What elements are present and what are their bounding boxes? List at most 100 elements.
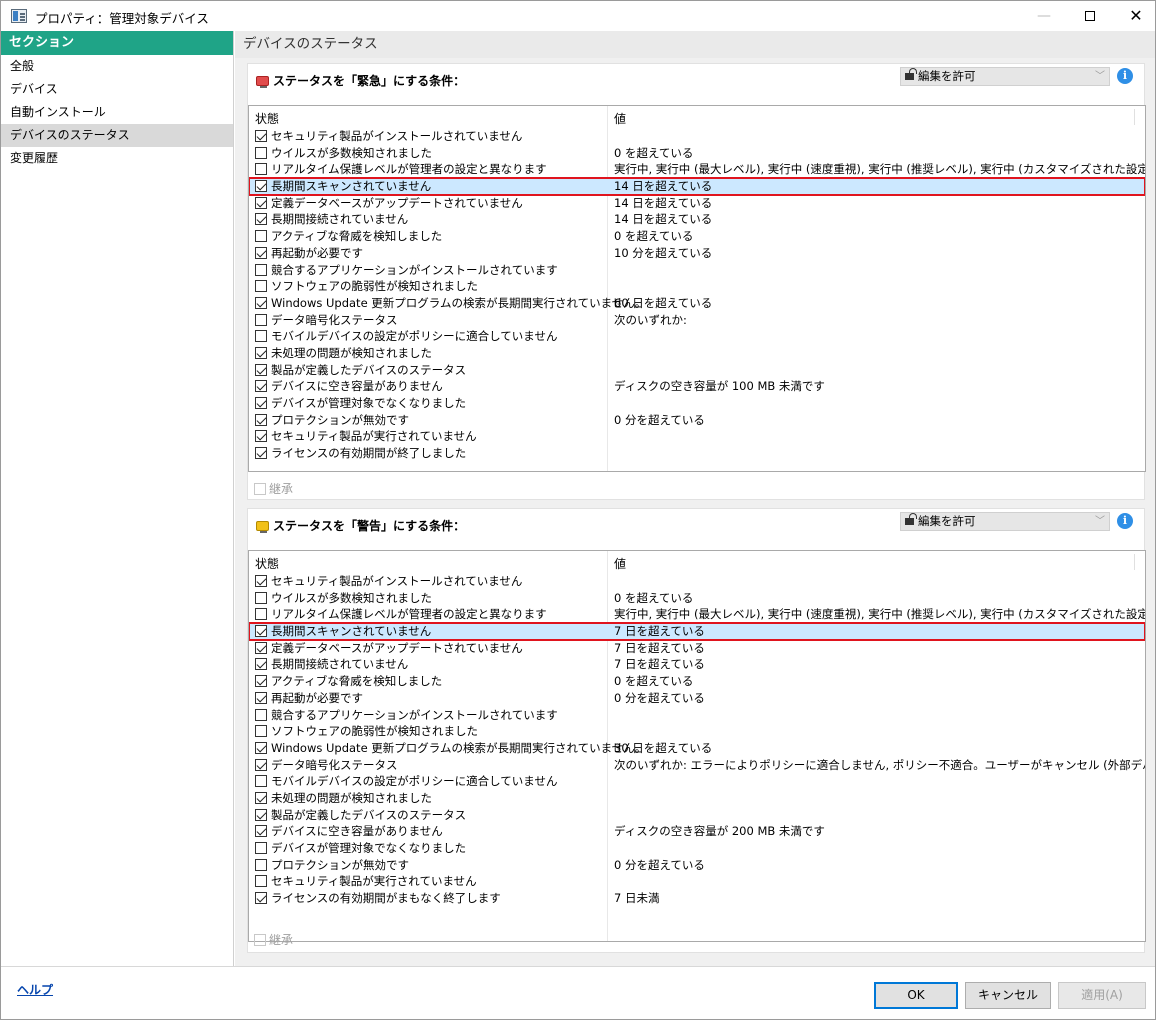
condition-checkbox[interactable] [255, 875, 267, 888]
close-button[interactable]: ✕ [1113, 1, 1156, 31]
condition-checkbox[interactable] [255, 625, 267, 638]
sidebar-item[interactable]: 変更履歴 [1, 147, 233, 170]
ok-button[interactable]: OK [874, 982, 958, 1009]
condition-checkbox[interactable] [255, 447, 267, 460]
condition-checkbox[interactable] [255, 230, 267, 243]
condition-checkbox[interactable] [255, 213, 267, 226]
condition-row[interactable]: 定義データベースがアップデートされていません 7 日を超えている [249, 640, 1145, 657]
condition-row[interactable]: ライセンスの有効期間が終了しました [249, 445, 1145, 462]
help-link[interactable]: ヘルプ [17, 981, 53, 998]
condition-checkbox[interactable] [255, 675, 267, 688]
condition-row[interactable]: 未処理の問題が検知されました [249, 790, 1145, 807]
info-icon[interactable]: i [1117, 513, 1133, 529]
condition-row[interactable]: ウイルスが多数検知されました 0 を超えている [249, 145, 1145, 162]
condition-checkbox[interactable] [255, 363, 267, 376]
condition-checkbox[interactable] [255, 263, 267, 276]
sidebar-item[interactable]: 全般 [1, 55, 233, 78]
condition-row[interactable]: 競合するアプリケーションがインストールされています [249, 707, 1145, 724]
condition-checkbox[interactable] [255, 413, 267, 426]
maximize-button[interactable] [1067, 1, 1113, 31]
condition-checkbox[interactable] [255, 808, 267, 821]
condition-checkbox[interactable] [255, 741, 267, 754]
condition-row[interactable]: 長期間スキャンされていません 7 日を超えている [249, 622, 1145, 641]
condition-checkbox[interactable] [255, 246, 267, 259]
condition-row[interactable]: セキュリティ製品が実行されていません [249, 428, 1145, 445]
condition-row[interactable]: 再起動が必要です 10 分を超えている [249, 245, 1145, 262]
condition-checkbox[interactable] [255, 791, 267, 804]
condition-row[interactable]: 長期間接続されていません 7 日を超えている [249, 656, 1145, 673]
sidebar-item[interactable]: デバイス [1, 78, 233, 101]
condition-row[interactable]: データ暗号化ステータス 次のいずれか: エラーによりポリシーに適合しません, ポリ… [249, 757, 1145, 774]
condition-row[interactable]: ソフトウェアの脆弱性が検知されました [249, 723, 1145, 740]
column-header-value[interactable]: 値 [614, 555, 626, 572]
condition-checkbox[interactable] [255, 330, 267, 343]
condition-row[interactable]: 長期間スキャンされていません 14 日を超えている [249, 177, 1145, 196]
condition-row[interactable]: ライセンスの有効期間がまもなく終了します 7 日未満 [249, 890, 1145, 907]
column-header-state[interactable]: 状態 [255, 110, 279, 127]
column-header-value[interactable]: 値 [614, 110, 626, 127]
condition-checkbox[interactable] [255, 196, 267, 209]
condition-checkbox[interactable] [255, 658, 267, 671]
column-header-state[interactable]: 状態 [255, 555, 279, 572]
condition-checkbox[interactable] [255, 163, 267, 176]
condition-checkbox[interactable] [255, 146, 267, 159]
condition-row[interactable]: 再起動が必要です 0 分を超えている [249, 690, 1145, 707]
condition-checkbox[interactable] [255, 575, 267, 587]
condition-row[interactable]: プロテクションが無効です 0 分を超えている [249, 857, 1145, 874]
condition-checkbox[interactable] [255, 346, 267, 359]
condition-row[interactable]: ウイルスが多数検知されました 0 を超えている [249, 590, 1145, 607]
condition-row[interactable]: 定義データベースがアップデートされていません 14 日を超えている [249, 195, 1145, 212]
warning-permission-select[interactable]: 編集を許可 ﹀ [900, 512, 1110, 531]
condition-checkbox[interactable] [255, 858, 267, 871]
condition-row[interactable]: プロテクションが無効です 0 分を超えている [249, 412, 1145, 429]
condition-checkbox[interactable] [255, 430, 267, 443]
condition-row[interactable]: 未処理の問題が検知されました [249, 345, 1145, 362]
condition-row[interactable]: デバイスが管理対象でなくなりました [249, 395, 1145, 412]
condition-checkbox[interactable] [255, 380, 267, 393]
condition-checkbox[interactable] [255, 892, 267, 905]
condition-row[interactable]: Windows Update 更新プログラムの検索が長期間実行されていません。 6… [249, 295, 1145, 312]
condition-checkbox[interactable] [255, 725, 267, 738]
condition-checkbox[interactable] [255, 180, 267, 193]
condition-row[interactable]: 長期間接続されていません 14 日を超えている [249, 211, 1145, 228]
condition-row[interactable]: セキュリティ製品がインストールされていません [249, 128, 1145, 145]
condition-checkbox[interactable] [255, 775, 267, 788]
condition-row[interactable]: アクティブな脅威を検知しました 0 を超えている [249, 228, 1145, 245]
condition-row[interactable]: アクティブな脅威を検知しました 0 を超えている [249, 673, 1145, 690]
condition-row[interactable]: セキュリティ製品が実行されていません [249, 873, 1145, 890]
condition-checkbox[interactable] [255, 708, 267, 721]
condition-checkbox[interactable] [255, 758, 267, 771]
condition-checkbox[interactable] [255, 608, 267, 621]
sidebar-item[interactable]: 自動インストール [1, 101, 233, 124]
apply-button[interactable]: 適用(A) [1058, 982, 1146, 1009]
condition-checkbox[interactable] [255, 641, 267, 654]
condition-checkbox[interactable] [255, 130, 267, 142]
condition-row[interactable]: デバイスが管理対象でなくなりました [249, 840, 1145, 857]
condition-row[interactable]: ソフトウェアの脆弱性が検知されました [249, 278, 1145, 295]
condition-checkbox[interactable] [255, 591, 267, 604]
condition-checkbox[interactable] [255, 397, 267, 409]
condition-checkbox[interactable] [255, 296, 267, 309]
condition-checkbox[interactable] [255, 313, 267, 326]
condition-checkbox[interactable] [255, 842, 267, 854]
condition-row[interactable]: 製品が定義したデバイスのステータス [249, 362, 1145, 379]
condition-row[interactable]: デバイスに空き容量がありません ディスクの空き容量が 100 MB 未満です [249, 378, 1145, 395]
info-icon[interactable]: i [1117, 68, 1133, 84]
condition-row[interactable]: デバイスに空き容量がありません ディスクの空き容量が 200 MB 未満です [249, 823, 1145, 840]
condition-checkbox[interactable] [255, 280, 267, 293]
condition-row[interactable]: 製品が定義したデバイスのステータス [249, 807, 1145, 824]
condition-row[interactable]: モバイルデバイスの設定がポリシーに適合していません [249, 773, 1145, 790]
condition-checkbox[interactable] [255, 691, 267, 704]
sidebar-item[interactable]: デバイスのステータス [1, 124, 233, 147]
condition-row[interactable]: データ暗号化ステータス 次のいずれか: [249, 312, 1145, 329]
condition-row[interactable]: 競合するアプリケーションがインストールされています [249, 262, 1145, 279]
condition-row[interactable]: リアルタイム保護レベルが管理者の設定と異なります 実行中, 実行中 (最大レベル)… [249, 606, 1145, 623]
condition-row[interactable]: Windows Update 更新プログラムの検索が長期間実行されていません。 3… [249, 740, 1145, 757]
condition-row[interactable]: セキュリティ製品がインストールされていません [249, 573, 1145, 590]
minimize-button[interactable]: — [1021, 1, 1067, 31]
condition-checkbox[interactable] [255, 825, 267, 838]
condition-row[interactable]: モバイルデバイスの設定がポリシーに適合していません [249, 328, 1145, 345]
condition-row[interactable]: リアルタイム保護レベルが管理者の設定と異なります 実行中, 実行中 (最大レベル)… [249, 161, 1145, 178]
critical-permission-select[interactable]: 編集を許可 ﹀ [900, 67, 1110, 86]
cancel-button[interactable]: キャンセル [965, 982, 1051, 1009]
